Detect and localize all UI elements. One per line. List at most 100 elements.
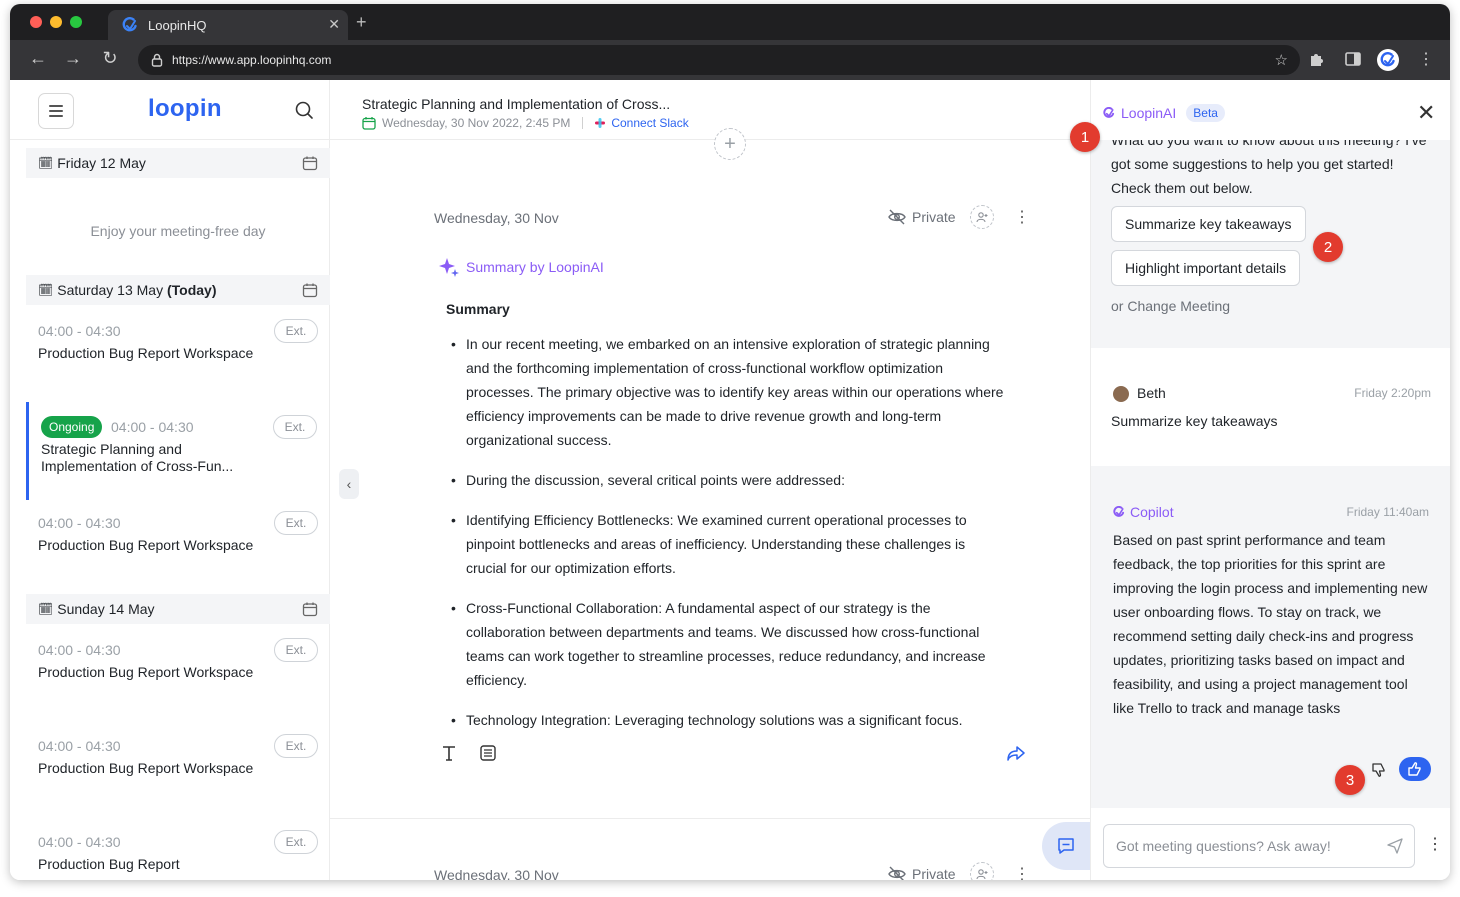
assistant-header: LoopinAI Beta ✕ xyxy=(1091,80,1450,140)
new-tab-icon[interactable]: + xyxy=(356,12,367,33)
brand-name: LoopinAI xyxy=(1121,105,1177,121)
chat-menu-icon[interactable]: ⋮ xyxy=(1427,834,1443,854)
add-user-button[interactable] xyxy=(970,205,994,229)
menu-hamburger-icon[interactable] xyxy=(38,93,74,129)
connect-slack-link[interactable]: Connect Slack xyxy=(611,116,688,130)
forward-icon[interactable]: → xyxy=(61,48,85,69)
meeting-meta: Wednesday, 30 Nov 2022, 2:45 PM Connect … xyxy=(362,116,689,130)
share-forward-icon[interactable] xyxy=(1006,744,1026,762)
extensions-puzzle-icon[interactable] xyxy=(1308,50,1326,68)
browser-tab[interactable]: LoopinHQ ✕ xyxy=(108,10,348,40)
ai-assistant-panel: What do you want to know about this meet… xyxy=(1090,80,1450,880)
loopin-logo: loopin xyxy=(148,95,222,122)
thumbs-down-icon[interactable] xyxy=(1371,762,1387,778)
calendar-add-icon[interactable] xyxy=(302,155,318,171)
back-icon[interactable]: ← xyxy=(26,48,50,69)
suggestion-summarize-button[interactable]: Summarize key takeaways xyxy=(1111,206,1306,242)
annotation-marker-3: 3 xyxy=(1335,765,1365,795)
loopin-extension-icon[interactable] xyxy=(1377,49,1399,71)
summary-by-label: Summary by LoopinAI xyxy=(438,256,604,278)
eye-off-icon xyxy=(888,209,906,225)
external-badge: Ext. xyxy=(274,830,318,854)
calendar-emoji-icon: 🗓 xyxy=(38,156,54,170)
collapse-sidebar-button[interactable]: ‹ xyxy=(339,469,359,499)
summary-bullets: In our recent meeting, we embarked on an… xyxy=(448,332,1008,748)
calendar-add-icon[interactable] xyxy=(302,282,318,298)
suggestion-highlight-button[interactable]: Highlight important details xyxy=(1111,250,1301,286)
empty-day-message: Enjoy your meeting-free day xyxy=(90,223,266,239)
text-format-icon[interactable] xyxy=(440,744,458,762)
close-window-button[interactable] xyxy=(30,16,42,28)
sidebar-header: loopin xyxy=(10,80,330,140)
change-meeting-link[interactable]: or Change Meeting xyxy=(1111,298,1230,314)
meeting-time: 04:00 - 04:30 xyxy=(38,738,121,754)
chat-input[interactable] xyxy=(1103,824,1415,868)
meeting-title: Production Bug Report Workspace xyxy=(38,345,254,361)
search-icon[interactable] xyxy=(294,100,314,120)
meeting-item[interactable]: 04:00 - 04:30 Production Bug Report Ext. xyxy=(26,830,330,874)
chat-input-bar: ⋮ xyxy=(1091,808,1450,880)
meeting-time: 04:00 - 04:30 xyxy=(111,419,194,435)
thumbs-up-icon xyxy=(1408,762,1421,776)
card-date: Wednesday, 30 Nov xyxy=(434,210,559,226)
copilot-name: Copilot xyxy=(1113,504,1174,520)
summary-bullet: Cross-Functional Collaboration: A fundam… xyxy=(448,596,1008,692)
meeting-item-active[interactable]: Ongoing 04:00 - 04:30 Strategic Planning… xyxy=(26,402,330,500)
meeting-title: Production Bug Report Workspace xyxy=(38,664,254,680)
add-user-button[interactable] xyxy=(970,862,994,880)
notes-icon[interactable] xyxy=(479,744,497,762)
maximize-window-button[interactable] xyxy=(70,16,82,28)
send-icon[interactable] xyxy=(1387,838,1403,854)
url-text: https://www.app.loopinhq.com xyxy=(172,53,332,67)
calendar-emoji-icon: 🗓 xyxy=(38,602,54,616)
meeting-title: Production Bug Report xyxy=(38,856,180,872)
meeting-datetime: Wednesday, 30 Nov 2022, 2:45 PM xyxy=(382,116,571,130)
calendar-sidebar: loopin 🗓 Friday 12 May Enjoy your meetin… xyxy=(10,80,330,880)
browser-window: LoopinHQ ✕ + ← → ↻ https://www.app.loopi… xyxy=(10,4,1450,880)
close-panel-icon[interactable]: ✕ xyxy=(1417,100,1435,126)
meeting-item[interactable]: 04:00 - 04:30 Production Bug Report Work… xyxy=(26,319,330,383)
calendar-emoji-icon: 🗓 xyxy=(38,283,54,297)
bookmark-star-icon[interactable]: ☆ xyxy=(1275,51,1288,69)
message-time: Friday 11:40am xyxy=(1346,505,1429,519)
chat-bubble-icon xyxy=(1058,838,1074,854)
privacy-toggle[interactable]: Private xyxy=(888,209,956,225)
day-label: Saturday 13 May xyxy=(57,282,164,298)
side-panel-icon[interactable] xyxy=(1344,50,1362,68)
meeting-header: Strategic Planning and Implementation of… xyxy=(330,80,1090,140)
loopinai-logo-icon xyxy=(1103,107,1115,118)
meeting-item[interactable]: 04:00 - 04:30 Production Bug Report Work… xyxy=(26,638,330,702)
today-label: (Today) xyxy=(166,282,217,298)
private-label: Private xyxy=(912,866,956,880)
meeting-title: Production Bug Report Workspace xyxy=(38,537,254,553)
day-header-sunday: 🗓 Sunday 14 May xyxy=(26,594,330,624)
privacy-toggle[interactable]: Private xyxy=(888,866,956,880)
meeting-detail: Strategic Planning and Implementation of… xyxy=(330,80,1090,880)
user-plus-icon xyxy=(976,212,988,223)
reload-icon[interactable]: ↻ xyxy=(98,48,122,69)
close-tab-icon[interactable]: ✕ xyxy=(328,16,340,33)
summary-bullet: In our recent meeting, we embarked on an… xyxy=(448,332,1008,452)
meeting-title: Production Bug Report Workspace xyxy=(38,760,254,776)
meeting-item[interactable]: 04:00 - 04:30 Production Bug Report Work… xyxy=(26,734,330,798)
ongoing-badge: Ongoing xyxy=(41,416,103,438)
app-root: loopin 🗓 Friday 12 May Enjoy your meetin… xyxy=(10,80,1450,880)
card-menu-icon[interactable]: ⋮ xyxy=(1014,207,1030,227)
avatar xyxy=(1113,386,1129,402)
address-bar[interactable]: https://www.app.loopinhq.com ☆ xyxy=(138,45,1300,75)
external-badge: Ext. xyxy=(274,511,318,535)
open-chat-button[interactable] xyxy=(1042,822,1090,870)
add-section-button[interactable]: + xyxy=(714,128,746,160)
message-text: Based on past sprint performance and tea… xyxy=(1113,532,1428,716)
card-menu-icon[interactable]: ⋮ xyxy=(1014,864,1030,880)
browser-menu-icon[interactable]: ⋮ xyxy=(1418,49,1434,69)
meeting-time: 04:00 - 04:30 xyxy=(38,642,121,658)
minimize-window-button[interactable] xyxy=(50,16,62,28)
browser-toolbar: ← → ↻ https://www.app.loopinhq.com ☆ ⋮ xyxy=(10,40,1450,80)
annotation-marker-2: 2 xyxy=(1313,232,1343,262)
slack-icon xyxy=(595,118,606,128)
calendar-add-icon[interactable] xyxy=(302,601,318,617)
sparkle-icon xyxy=(439,258,459,277)
thumbs-up-button[interactable] xyxy=(1399,757,1431,781)
meeting-item[interactable]: 04:00 - 04:30 Production Bug Report Work… xyxy=(26,511,330,575)
